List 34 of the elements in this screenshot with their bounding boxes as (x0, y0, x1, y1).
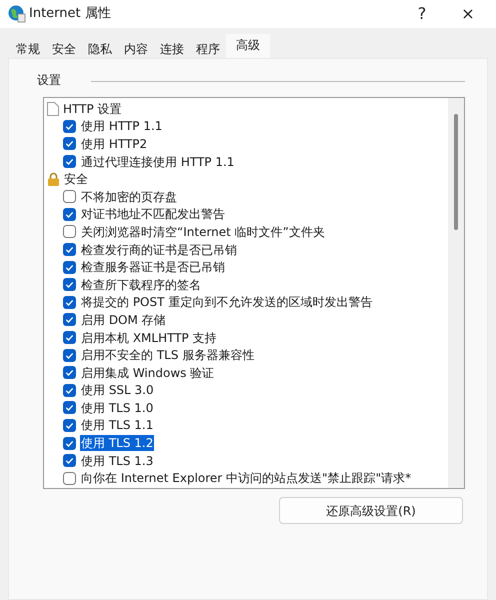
window-title: Internet 属性 (29, 5, 111, 24)
group-heading: HTTP 设置 (62, 100, 123, 117)
tab[interactable]: 常规 (10, 38, 46, 58)
tab[interactable]: 连接 (154, 38, 190, 58)
setting-label[interactable]: 使用 TLS 1.2 (80, 435, 154, 452)
group-heading: 安全 (63, 171, 89, 188)
setting-label[interactable]: 对证书地址不匹配发出警告 (80, 206, 226, 222)
tab[interactable]: 安全 (46, 38, 82, 58)
setting-label[interactable]: 向你在 Internet Explorer 中访问的站点发送"禁止跟踪"请求* (80, 470, 412, 486)
setting-label[interactable]: 检查服务器证书是否已吊销 (80, 259, 226, 276)
setting-label[interactable]: 将提交的 POST 重定向到不允许发送的区域时发出警告 (80, 294, 374, 310)
setting-label[interactable]: 使用 SSL 3.0 (80, 382, 155, 398)
setting-label[interactable]: 检查所下载程序的签名 (80, 276, 202, 293)
setting-label[interactable]: 启用 DOM 存储 (80, 312, 167, 328)
setting-label[interactable]: 检查发行商的证书是否已吊销 (80, 242, 238, 258)
setting-label[interactable]: 不将加密的页存盘 (80, 188, 178, 205)
setting-label[interactable]: 启用集成 Windows 验证 (80, 364, 216, 381)
setting-label[interactable]: 关闭浏览器时清空“Internet 临时文件”文件夹 (80, 224, 326, 240)
setting-label[interactable]: 使用 HTTP2 (80, 136, 148, 152)
tab[interactable]: 高级 (226, 34, 270, 58)
setting-label[interactable]: 使用 TLS 1.0 (80, 400, 154, 416)
setting-label[interactable]: 使用 TLS 1.3 (80, 452, 154, 469)
setting-label[interactable]: 使用 HTTP 1.1 (80, 118, 164, 134)
tab[interactable]: 隐私 (82, 38, 118, 58)
setting-label[interactable]: 通过代理连接使用 HTTP 1.1 (80, 154, 236, 170)
setting-label[interactable]: 启用不安全的 TLS 服务器兼容性 (80, 347, 256, 364)
group-title: 设置 (37, 72, 61, 89)
tab[interactable]: 内容 (118, 38, 154, 58)
close-button[interactable]: × (448, 0, 488, 28)
help-button[interactable]: ? (402, 0, 442, 28)
setting-label[interactable]: 启用本机 XMLHTTP 支持 (80, 330, 218, 346)
setting-label[interactable]: 使用 TLS 1.1 (80, 417, 154, 434)
tab[interactable]: 程序 (190, 38, 226, 58)
restore-advanced-button[interactable]: 还原高级设置(R) (279, 497, 463, 524)
